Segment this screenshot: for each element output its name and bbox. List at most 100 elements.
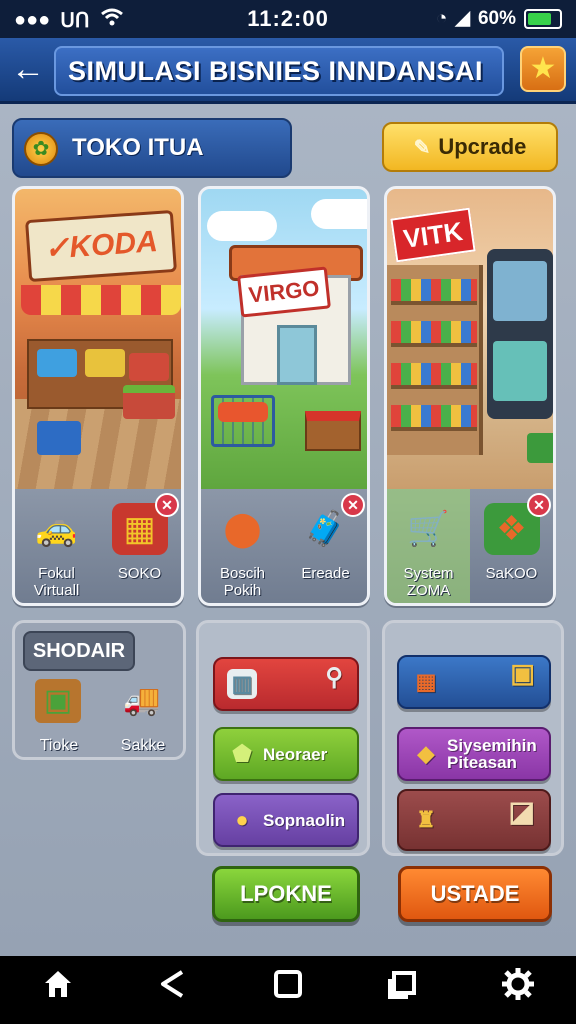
- page-title: SIMULASI BISNIES INNDANSAI: [54, 46, 504, 96]
- arrow-left-icon: ←: [11, 50, 45, 88]
- remove-badge[interactable]: ✕: [155, 493, 179, 517]
- store-scene-2: VIRGO: [201, 189, 367, 489]
- vending-machine: [487, 249, 553, 419]
- switch-icon[interactable]: [379, 966, 427, 1014]
- store-card-1[interactable]: ✓KODA 🚕 Fokul Virtuall ▦ ✕ SOKO: [12, 186, 184, 606]
- inventory-panel: SHODAIR ▣ Tioke 🚚 Sakke: [12, 620, 186, 760]
- favorite-button[interactable]: ★: [520, 46, 566, 92]
- item-label: Tioke: [39, 737, 79, 754]
- rack-row: [391, 405, 477, 431]
- tool-label: SOKO: [117, 565, 162, 582]
- battery-icon: [524, 8, 562, 29]
- signal-icon: ◢: [455, 8, 470, 29]
- tool-label: SaKOO: [485, 565, 538, 582]
- pill-label: Neoraer: [263, 744, 328, 764]
- gift-icon: ◆: [417, 741, 435, 766]
- store-card-2[interactable]: VIRGO ⬤ Boscih Pokih 🧳 ✕ Ereade: [198, 186, 370, 606]
- card-tools: 🛒 System ZOMA ❖ ✕ SaKOO: [387, 489, 553, 603]
- tool-label: Ereade: [301, 565, 350, 582]
- rack-row: [391, 363, 477, 389]
- cart-icon: 🛒: [407, 510, 450, 548]
- pill-label: Siysemihin Piteasan: [447, 736, 537, 772]
- upgrade-label: Upcrade: [438, 134, 527, 159]
- card-tools: ⬤ Boscih Pokih 🧳 ✕ Ereade: [201, 489, 367, 603]
- store-card-3[interactable]: VITK 🛒 System ZOMA ❖ ✕ SaKOO: [384, 186, 556, 606]
- action-pill[interactable]: ▦ ▣: [397, 655, 551, 709]
- inventory-item[interactable]: ▣ Tioke: [19, 679, 99, 759]
- actions-panel-left: ▥ ⚲ ⬟ Neoraer ● Sopnaolin: [196, 620, 370, 856]
- tag-icon: ⬟: [232, 741, 252, 766]
- tool-label: Fokul Virtuall: [33, 565, 80, 599]
- clock-icon: ◔: [435, 7, 448, 29]
- panel-tab[interactable]: SHODAIR: [23, 631, 135, 671]
- store-sign: VITK: [390, 207, 476, 263]
- main-area: ✿ TOKO ITUA ✎ Upcrade ✓KODA 🚕 Fokul Virtu…: [0, 104, 576, 1024]
- remove-badge[interactable]: ✕: [341, 493, 365, 517]
- product-rack: [387, 265, 483, 455]
- gift-box-icon: ▣: [510, 658, 535, 688]
- shop-name: TOKO ITUA: [72, 134, 204, 161]
- card-tools: 🚕 Fokul Virtuall ▦ ✕ SOKO: [15, 489, 181, 603]
- tool-item[interactable]: 🚕 Fokul Virtuall: [15, 489, 98, 603]
- battery-fill: [528, 12, 551, 25]
- recent-apps-icon[interactable]: [264, 966, 312, 1014]
- rack-row: [391, 321, 477, 347]
- store-scene-1: ✓KODA: [15, 189, 181, 489]
- app-header: ← SIMULASI BISNIES INNDANSAI ★: [0, 38, 576, 104]
- awning: [21, 285, 181, 315]
- building-icon: ▥: [227, 669, 257, 699]
- tool-item[interactable]: ⬤ Boscih Pokih: [201, 489, 284, 603]
- lpokne-button[interactable]: LPOKNE: [212, 866, 360, 922]
- action-pill[interactable]: ◆ Siysemihin Piteasan: [397, 727, 551, 781]
- battery-text: 60%: [477, 7, 516, 29]
- rack-row: [391, 279, 477, 305]
- package-icon: ◪: [508, 796, 535, 827]
- truck-icon: 🚚: [123, 684, 161, 717]
- basket: [37, 421, 81, 455]
- home-icon[interactable]: [34, 966, 82, 1014]
- tool-label: Boscih Pokih: [219, 565, 266, 599]
- store-sign: ✓KODA: [25, 209, 177, 283]
- cloud: [207, 211, 277, 241]
- car-icon: 🚕: [35, 510, 78, 548]
- pill-label: Sopnaolin: [263, 810, 346, 830]
- item-label: Sakke: [120, 737, 166, 754]
- actions-panel-right: ▦ ▣ ◆ Siysemihin Piteasan ♜ ◪: [382, 620, 564, 856]
- eraser-icon: ✎: [413, 137, 431, 159]
- coin-icon: ✿: [24, 132, 58, 166]
- status-right: ◔ ◢ 60%: [436, 7, 562, 30]
- back-button[interactable]: ←: [6, 48, 50, 92]
- tool-icon: ⚲: [325, 664, 343, 691]
- action-pill[interactable]: ● Sopnaolin: [213, 793, 359, 847]
- cloud: [311, 199, 367, 229]
- back-icon[interactable]: [149, 966, 197, 1014]
- upgrade-button[interactable]: ✎ Upcrade: [382, 122, 558, 172]
- glass-door: [277, 325, 317, 385]
- box-icon: ▦: [415, 669, 437, 694]
- produce-crate: [305, 411, 361, 451]
- shopping-cart: [211, 395, 275, 447]
- status-bar: ●●● ᑌᑎ 11:2:00 ◔ ◢ 60%: [0, 0, 576, 38]
- tool-item[interactable]: 🧳 ✕ Ereade: [284, 489, 367, 603]
- tool-label: System ZOMA: [403, 565, 454, 599]
- tool-item[interactable]: ▦ ✕ SOKO: [98, 489, 181, 603]
- lantern-icon: ♜: [416, 807, 436, 832]
- ustade-button[interactable]: USTADE: [398, 866, 552, 922]
- inventory-item[interactable]: 🚚 Sakke: [103, 679, 183, 759]
- action-pill[interactable]: ♜ ◪: [397, 789, 551, 851]
- action-pill[interactable]: ▥ ⚲: [213, 657, 359, 711]
- produce-crate: [123, 385, 175, 419]
- crate-icon: ▣: [35, 679, 81, 723]
- system-nav-bar: [0, 956, 576, 1024]
- remove-badge[interactable]: ✕: [527, 493, 551, 517]
- store-scene-3: VITK: [387, 189, 553, 489]
- action-pill[interactable]: ⬟ Neoraer: [213, 727, 359, 781]
- tool-item[interactable]: 🛒 System ZOMA: [387, 489, 470, 603]
- star-icon: ★: [529, 52, 557, 85]
- tool-item[interactable]: ❖ ✕ SaKOO: [470, 489, 553, 603]
- shop-name-tag: ✿ TOKO ITUA: [12, 118, 292, 178]
- machine-icon: ⬤: [223, 510, 262, 548]
- settings-icon[interactable]: [494, 966, 542, 1014]
- green-box: [527, 433, 553, 463]
- coin-icon: ●: [235, 807, 249, 832]
